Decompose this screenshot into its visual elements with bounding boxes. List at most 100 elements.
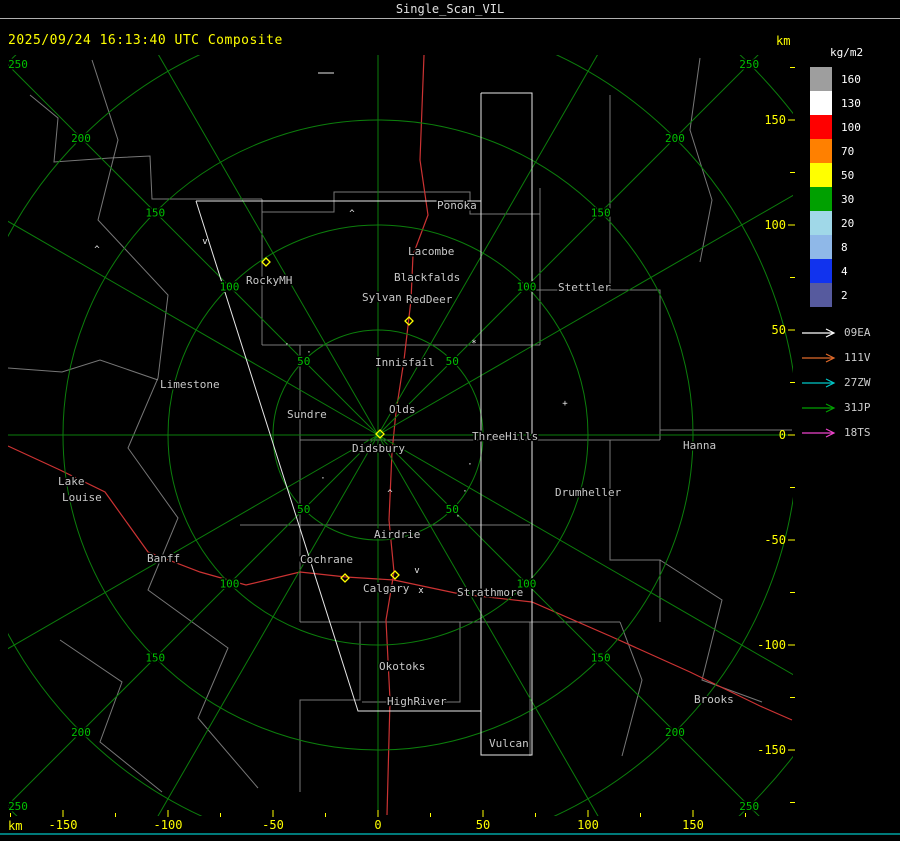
city-label: Lacombe: [408, 245, 454, 258]
vil-scale-swatch: [810, 283, 832, 307]
radar-id-legend: 09EA 111V 27ZW 31JP 18TS: [800, 320, 898, 445]
bottom-separator: [0, 833, 900, 835]
bottom-axis-label: -100: [154, 818, 183, 832]
scan-boundary: [480, 92, 533, 756]
weather-marker: ·: [455, 512, 460, 522]
right-axis-label: -100: [757, 638, 786, 652]
radar-arrow-icon: [802, 352, 836, 363]
range-ring-label: 150: [591, 206, 611, 219]
vil-scale-row: 70: [800, 139, 898, 163]
county-boundary: [689, 57, 713, 263]
weather-marker: ^: [94, 245, 100, 255]
azimuth-line: [377, 55, 759, 436]
range-ring-label: 250: [8, 58, 28, 71]
city-label: Limestone: [160, 378, 220, 391]
radar-app-window: Single_Scan_VIL 2025/09/24 16:13:40 UTC …: [0, 0, 900, 841]
right-axis-label: 100: [764, 218, 786, 232]
city-label: Ponoka: [437, 199, 477, 212]
radar-id-row: 09EA: [800, 320, 898, 345]
city-label: Airdrie: [374, 528, 420, 541]
weather-marker: ·: [467, 460, 472, 470]
vil-scale-swatch: [810, 91, 832, 115]
range-ring-label: 50: [297, 503, 310, 516]
vil-scale-row: 130: [800, 91, 898, 115]
city-label: Strathmore: [457, 586, 523, 599]
azimuth-line: [157, 434, 379, 816]
legend-panel: kg/m2 160 130 100 70 50 30 20 8 4 2 09EA 111V 27ZW 3…: [800, 46, 898, 445]
right-axis-label: -150: [757, 743, 786, 757]
vil-scale-row: 30: [800, 187, 898, 211]
bottom-axis-unit: km: [8, 819, 22, 833]
vil-scale-row: 4: [800, 259, 898, 283]
range-ring-label: 200: [71, 132, 91, 145]
vil-scale-row: 100: [800, 115, 898, 139]
weather-marker: ^: [349, 209, 355, 219]
vil-scale-row: 160: [800, 67, 898, 91]
vil-scale-swatch: [810, 163, 832, 187]
range-ring-label: 150: [591, 652, 611, 665]
weather-marker: *: [471, 339, 476, 349]
radar-id-label: 18TS: [844, 426, 871, 439]
city-label: Stettler: [558, 281, 611, 294]
vil-scale-swatch: [810, 139, 832, 163]
radar-site-diamond: [340, 573, 350, 583]
azimuth-line: [377, 55, 598, 436]
vil-color-scale: 160 130 100 70 50 30 20 8 4 2: [800, 67, 898, 307]
radar-id-label: 111V: [844, 351, 871, 364]
right-axis-label: 150: [764, 113, 786, 127]
range-ring-label: 250: [739, 800, 759, 813]
city-label: Drumheller: [555, 486, 622, 499]
radar-id-row: 111V: [800, 345, 898, 370]
bottom-axis-label: 100: [577, 818, 599, 832]
azimuth-line: [377, 434, 599, 816]
vil-scale-value: 130: [841, 96, 861, 110]
weather-marker: +: [562, 399, 568, 409]
city-label: Calgary: [363, 582, 410, 595]
range-ring-label: 100: [220, 281, 240, 294]
city-label: Lake: [58, 475, 85, 488]
city-label: Vulcan: [489, 737, 529, 750]
radar-site-diamond: [390, 570, 400, 580]
county-boundary: [262, 191, 540, 215]
range-ring-label: 150: [145, 206, 165, 219]
vil-scale-value: 100: [841, 120, 861, 134]
range-ring-label: 200: [71, 726, 91, 739]
city-label: Blackfalds: [394, 271, 460, 284]
county-boundary: [659, 559, 763, 703]
vil-scale-value: 20: [841, 216, 855, 230]
county-boundary: [8, 359, 159, 381]
city-label: Okotoks: [379, 660, 425, 673]
bottom-axis-label: 0: [374, 818, 381, 832]
vil-scale-swatch: [810, 115, 832, 139]
radar-arrow-icon: [802, 327, 836, 338]
vil-scale-row: 20: [800, 211, 898, 235]
radar-id-label: 27ZW: [844, 376, 871, 389]
radar-arrow-icon: [802, 427, 836, 438]
vil-scale-swatch: [810, 187, 832, 211]
radar-map[interactable]: 5050505010010010010015015015015020020020…: [0, 0, 900, 841]
radar-id-label: 31JP: [844, 401, 871, 414]
radar-id-row: 27ZW: [800, 370, 898, 395]
vil-scale-value: 70: [841, 144, 855, 158]
city-label: Sylvan: [362, 291, 402, 304]
bottom-axis-label: 150: [682, 818, 704, 832]
radar-id-row: 18TS: [800, 420, 898, 445]
legend-unit: kg/m2: [830, 46, 864, 59]
vil-scale-value: 160: [841, 72, 861, 86]
range-ring-label: 250: [8, 800, 28, 813]
range-ring-label: 200: [665, 132, 685, 145]
city-label: Olds: [389, 403, 416, 416]
city-labels: Ponoka Lacombe Blackfalds Sylvan RedDeer Stet…: [57, 198, 736, 752]
azimuth-line: [158, 55, 379, 436]
city-label: Sundre: [287, 408, 327, 421]
city-label: RockyMH: [246, 274, 292, 287]
azimuth-line: [8, 434, 379, 806]
bottom-axis-label: -50: [262, 818, 284, 832]
point-markers: ^v^··*+··^··vx: [94, 209, 568, 596]
bottom-axis-label: -150: [49, 818, 78, 832]
vil-scale-row: 2: [800, 283, 898, 307]
range-ring-label: 50: [446, 355, 459, 368]
vil-scale-value: 8: [841, 240, 848, 254]
vil-scale-value: 50: [841, 168, 855, 182]
weather-marker: ·: [284, 340, 289, 350]
